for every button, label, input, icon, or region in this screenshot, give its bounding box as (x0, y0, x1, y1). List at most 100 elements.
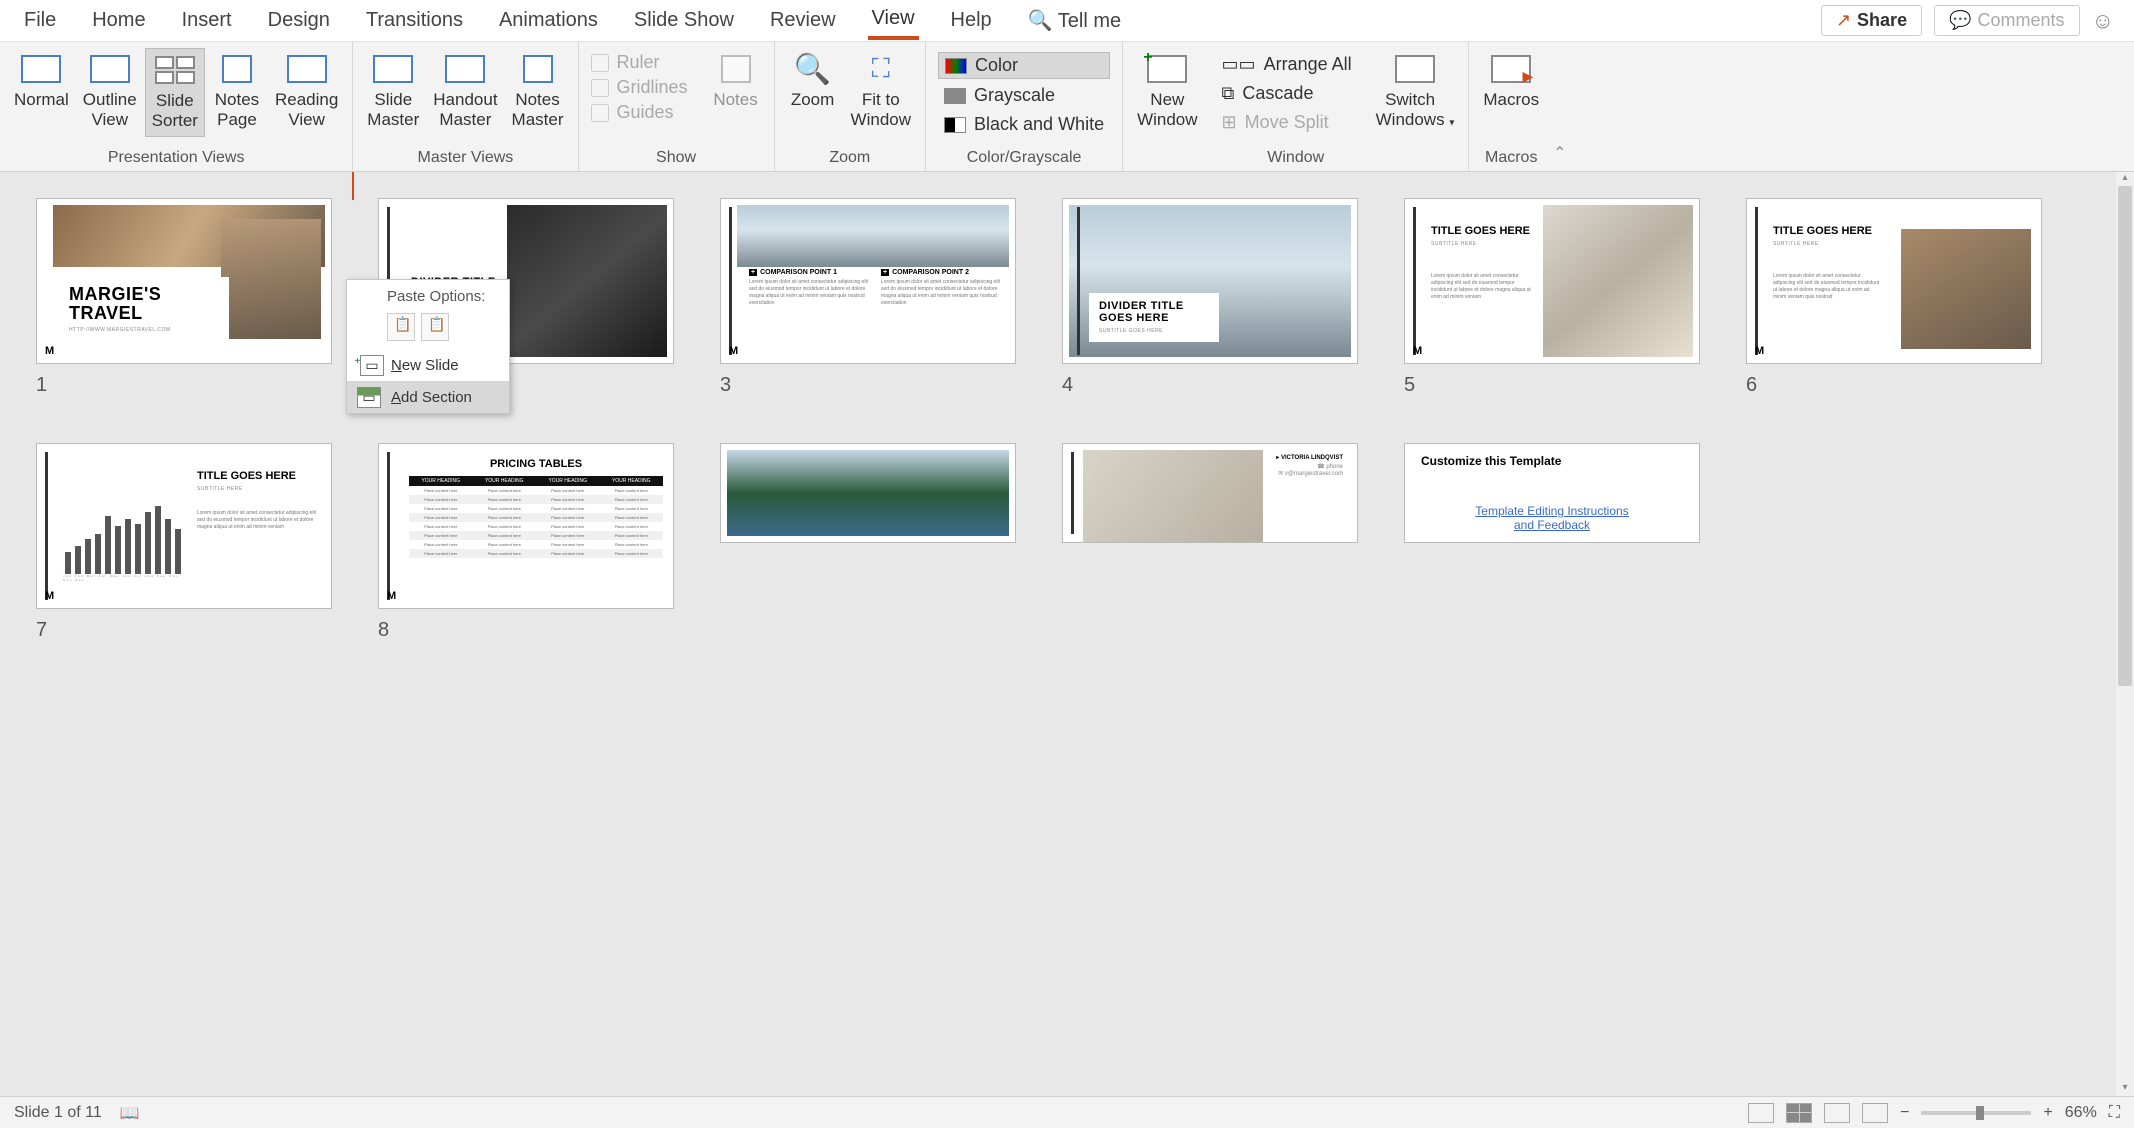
ribbon: Normal Outline View Slide Sorter Notes P… (0, 42, 2134, 172)
color-label: Color (975, 55, 1018, 76)
fit-window-button[interactable]: ⛶ Fit to Window (845, 48, 917, 135)
blackwhite-button[interactable]: Black and White (938, 112, 1110, 137)
handout-label: Handout Master (433, 90, 497, 131)
outline-label: Outline View (83, 90, 137, 131)
bw-label: Black and White (974, 114, 1104, 135)
cascade-button[interactable]: ⧉Cascade (1218, 81, 1356, 106)
zoom-out-button[interactable]: − (1900, 1104, 1909, 1122)
comment-icon: 💬 (1949, 10, 1971, 31)
reading-view-status-button[interactable] (1824, 1103, 1850, 1123)
share-button[interactable]: ↗ Share (1821, 5, 1922, 36)
feedback-smiley-icon[interactable]: ☺ (2092, 8, 2114, 34)
ctx-new-slide[interactable]: +▭ New Slide (347, 349, 509, 381)
arrange-all-button[interactable]: ▭▭Arrange All (1218, 52, 1356, 77)
fit-to-window-status-icon[interactable]: ⛶ (2109, 1104, 2120, 1122)
move-split-button: ⊞Move Split (1218, 110, 1356, 135)
context-menu: Paste Options: 📋 📋 +▭ New Slide ▭ Add Se… (346, 279, 510, 414)
zoom-button[interactable]: 🔍 Zoom (783, 48, 843, 135)
slide-thumb-5[interactable]: TITLE GOES HERE SUBTITLE HERE Lorem ipsu… (1404, 198, 1700, 397)
slide-thumb-3[interactable]: +COMPARISON POINT 1 Lorem ipsum dolor si… (720, 198, 1016, 397)
menu-help[interactable]: Help (947, 3, 996, 38)
slide8-logo: M (387, 590, 396, 602)
menu-home[interactable]: Home (88, 3, 149, 38)
search-icon: 🔍 (1028, 10, 1053, 32)
menu-animations[interactable]: Animations (495, 3, 602, 38)
new-window-button[interactable]: + New Window (1131, 48, 1203, 135)
slide-thumb-4[interactable]: DIVIDER TITLE GOES HERE SUBTITLE GOES HE… (1062, 198, 1358, 397)
sorter-view-status-button[interactable] (1786, 1103, 1812, 1123)
gridlines-label: Gridlines (617, 77, 688, 98)
paste-keep-source-icon[interactable]: 📋 (387, 313, 415, 341)
tellme[interactable]: 🔍 Tell me (1024, 2, 1125, 39)
group-label-zoom: Zoom (783, 145, 917, 171)
slide-thumb-6[interactable]: TITLE GOES HERE SUBTITLE HERE Lorem ipsu… (1746, 198, 2042, 397)
notes-master-icon (523, 55, 553, 83)
scroll-up-icon[interactable]: ▴ (2116, 172, 2134, 186)
slide-num-5: 5 (1404, 374, 1700, 397)
slide1-url: HTTP://WWW.MARGIESTRAVEL.COM (69, 327, 219, 333)
ctx-add-section[interactable]: ▭ Add Section (347, 381, 509, 413)
notes-master-label: Notes Master (512, 90, 564, 131)
slide1-title: MARGIE'S TRAVEL (69, 285, 219, 323)
notes-page-button[interactable]: Notes Page (207, 48, 267, 137)
scrollbar-thumb[interactable] (2118, 186, 2132, 686)
share-icon: ↗ (1836, 10, 1851, 31)
handout-master-button[interactable]: Handout Master (427, 48, 503, 135)
slide-thumb-11[interactable]: Customize this Template Template Editing… (1404, 443, 1700, 642)
s5-title: TITLE GOES HERE (1431, 225, 1530, 237)
collapse-ribbon-icon[interactable]: ⌃ (1553, 143, 1566, 163)
comments-button[interactable]: 💬 Comments (1934, 5, 2079, 36)
normal-view-icon (21, 55, 61, 83)
switch-windows-button[interactable]: Switch Windows ▾ (1370, 48, 1461, 135)
fit-label: Fit to Window (851, 90, 911, 131)
menu-review[interactable]: Review (766, 3, 840, 38)
new-slide-icon: + (354, 356, 360, 367)
reading-view-button[interactable]: Reading View (269, 48, 344, 137)
zoom-slider[interactable] (1921, 1111, 2031, 1115)
notes-master-button[interactable]: Notes Master (506, 48, 570, 135)
switch-label: Switch Windows ▾ (1376, 90, 1455, 131)
notes-status-icon[interactable]: 📖 (120, 1103, 140, 1123)
zoom-in-button[interactable]: + (2043, 1104, 2052, 1122)
menu-design[interactable]: Design (264, 3, 334, 38)
gray-swatch-icon (944, 88, 966, 104)
slide-num-7: 7 (36, 619, 332, 642)
menu-transitions[interactable]: Transitions (362, 3, 467, 38)
menu-insert[interactable]: Insert (178, 3, 236, 38)
slide-thumb-10[interactable]: ▸ VICTORIA LINDQVIST ☎ phone ✉ v@margies… (1062, 443, 1358, 642)
outline-view-button[interactable]: Outline View (77, 48, 143, 137)
notes-btn-label: Notes (713, 90, 757, 110)
bw-swatch-icon (944, 117, 966, 133)
menu-file[interactable]: File (20, 3, 60, 38)
tellme-label: Tell me (1058, 10, 1121, 32)
normal-view-status-button[interactable] (1748, 1103, 1774, 1123)
macros-button[interactable]: ▶ Macros (1477, 48, 1545, 114)
s7-title: TITLE GOES HERE (197, 470, 296, 482)
slide-thumb-1[interactable]: MARGIE'S TRAVEL HTTP://WWW.MARGIESTRAVEL… (36, 198, 332, 397)
s4-sub: SUBTITLE GOES HERE (1099, 328, 1209, 334)
slide-num-3: 3 (720, 374, 1016, 397)
slide7-logo: M (45, 590, 54, 602)
scroll-down-icon[interactable]: ▾ (2116, 1082, 2134, 1096)
slide-master-button[interactable]: Slide Master (361, 48, 425, 135)
group-macros: ▶ Macros Macros (1469, 42, 1553, 171)
vertical-scrollbar[interactable]: ▴ ▾ (2116, 172, 2134, 1096)
group-label-window: Window (1131, 145, 1460, 171)
macros-icon: ▶ (1491, 55, 1531, 83)
ruler-checkbox: Ruler (591, 52, 688, 73)
paste-destination-icon[interactable]: 📋 (421, 313, 449, 341)
normal-view-button[interactable]: Normal (8, 48, 75, 137)
grayscale-button[interactable]: Grayscale (938, 83, 1110, 108)
slide-thumb-9[interactable] (720, 443, 1016, 642)
slide-thumb-8[interactable]: PRICING TABLES YOUR HEADING YOUR HEADING… (378, 443, 674, 642)
slide-thumb-7[interactable]: TITLE GOES HERE SUBTITLE HERE Lorem ipsu… (36, 443, 332, 642)
color-button[interactable]: Color (938, 52, 1110, 79)
cascade-icon: ⧉ (1222, 83, 1235, 104)
arrange-icon: ▭▭ (1222, 54, 1256, 75)
slide-sorter-button[interactable]: Slide Sorter (145, 48, 205, 137)
slideshow-view-status-button[interactable] (1862, 1103, 1888, 1123)
gridlines-checkbox: Gridlines (591, 77, 688, 98)
menu-slideshow[interactable]: Slide Show (630, 3, 738, 38)
zoom-level[interactable]: 66% (2065, 1104, 2097, 1122)
menu-view[interactable]: View (868, 1, 919, 40)
